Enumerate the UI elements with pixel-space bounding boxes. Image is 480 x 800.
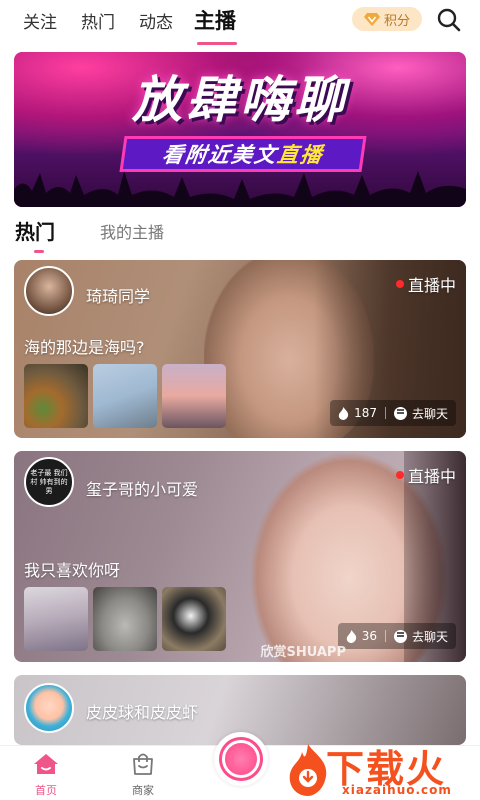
- download-site-url: xiazaihuo.com: [342, 783, 452, 797]
- chat-bubble-icon: [393, 406, 407, 420]
- heat-count: 36: [361, 629, 377, 643]
- chat-button[interactable]: 去聊天: [412, 628, 448, 645]
- nav-shop[interactable]: 商家: [118, 752, 168, 798]
- crowd-silhouette: [14, 171, 466, 207]
- flame-icon: [346, 629, 356, 643]
- flame-icon: [338, 406, 349, 420]
- thumbnail-cat-bw[interactable]: [162, 587, 226, 651]
- heat-count: 187: [354, 406, 377, 420]
- watermark: 欣赏SHUAPP: [260, 645, 346, 660]
- thumbnail-anime[interactable]: [24, 587, 88, 651]
- points-label: 积分: [383, 13, 410, 29]
- card-caption: 海的那边是海吗?: [24, 338, 145, 357]
- banner-subtitle-highlight: 直播: [275, 143, 326, 167]
- diamond-icon: [363, 13, 380, 26]
- anchor-card[interactable]: 老子最 我们村 帅有到的男 玺子哥的小可爱 直播中 我只喜欢你呀 36 去聊天 …: [14, 451, 466, 662]
- anchor-name: 皮皮球和皮皮虾: [86, 703, 199, 722]
- live-dot-icon: [395, 471, 404, 479]
- live-status: 直播中: [395, 463, 456, 487]
- tab-follow[interactable]: 关注: [23, 8, 57, 33]
- go-live-icon: [219, 737, 263, 781]
- points-button[interactable]: 积分: [352, 7, 422, 31]
- avatar[interactable]: [24, 266, 74, 316]
- download-site-logo: 下载火 xiazaihuo.com: [284, 738, 480, 800]
- tab-anchors[interactable]: 主播: [194, 5, 236, 35]
- live-status: 直播中: [395, 272, 456, 296]
- thumbnail-cat-gray[interactable]: [93, 587, 157, 651]
- banner-subtitle: 看附近美文直播: [160, 139, 325, 169]
- subtab-indicator: [34, 250, 44, 253]
- go-live-button[interactable]: [214, 732, 268, 786]
- card-stats: 36 去聊天: [337, 623, 456, 649]
- active-tab-indicator: [197, 42, 237, 45]
- banner-title: 放肆嗨聊: [132, 71, 348, 129]
- anchor-name: 琦琦同学: [86, 287, 151, 306]
- thumbnail-food[interactable]: [24, 364, 88, 428]
- live-status-label: 直播中: [407, 467, 456, 486]
- tab-moments[interactable]: 动态: [139, 8, 173, 33]
- nav-shop-label: 商家: [132, 784, 154, 797]
- chat-bubble-icon: [393, 629, 407, 643]
- top-nav: 关注 热门 动态 主播 积分: [0, 0, 480, 48]
- anchor-card[interactable]: 琦琦同学 直播中 海的那边是海吗? 187 去聊天: [14, 260, 466, 438]
- live-status-label: 直播中: [407, 276, 456, 295]
- live-dot-icon: [395, 280, 404, 288]
- shopping-bag-icon: [133, 753, 153, 775]
- flame-logo-icon: [289, 744, 327, 796]
- search-icon[interactable]: [436, 7, 462, 33]
- nav-home[interactable]: 首页: [21, 752, 71, 798]
- thumbnail-sunset[interactable]: [162, 364, 226, 428]
- subtab-hot[interactable]: 热门: [15, 216, 55, 245]
- avatar[interactable]: 老子最 我们村 帅有到的男: [24, 457, 74, 507]
- card-caption: 我只喜欢你呀: [24, 561, 121, 580]
- anchor-name: 玺子哥的小可爱: [86, 480, 199, 499]
- tab-hot[interactable]: 热门: [81, 8, 115, 33]
- promo-banner[interactable]: 放肆嗨聊 看附近美文直播: [14, 52, 466, 207]
- avatar[interactable]: [24, 683, 74, 733]
- stats-divider: [384, 407, 386, 419]
- banner-subtitle-prefix: 看附近美文: [160, 143, 280, 167]
- avatar-text: 老子最 我们村 帅有到的男: [30, 468, 68, 495]
- card-stats: 187 去聊天: [330, 400, 456, 426]
- thumbnail-sky[interactable]: [93, 364, 157, 428]
- subtab-my-anchors[interactable]: 我的主播: [100, 219, 164, 243]
- stats-divider: [384, 630, 386, 642]
- home-icon: [34, 754, 58, 774]
- chat-button[interactable]: 去聊天: [412, 405, 448, 422]
- nav-home-label: 首页: [35, 784, 57, 797]
